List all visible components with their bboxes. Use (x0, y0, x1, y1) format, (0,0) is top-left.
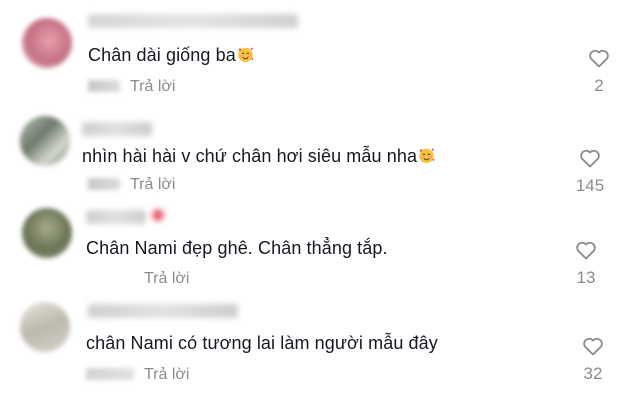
comment-text: Chân Nami đẹp ghê. Chân thẳng tắp. (86, 238, 388, 259)
like-count: 32 (583, 364, 603, 383)
timestamp-blurred (88, 80, 120, 92)
like-count: 2 (594, 76, 604, 95)
smiling-face-with-hearts-icon (238, 47, 254, 63)
comment-text-content: nhìn hài hài v chứ chân hơi siêu mẫu nha (82, 146, 418, 166)
username-badge-blurred (152, 209, 164, 221)
avatar[interactable] (20, 302, 70, 352)
timestamp-blurred (88, 178, 120, 190)
comment-text-content: Chân Nami đẹp ghê. Chân thẳng tắp. (86, 238, 388, 258)
heart-icon[interactable] (587, 46, 611, 70)
avatar[interactable] (20, 116, 70, 166)
reply-link[interactable]: Trả lời (130, 78, 175, 95)
like-control[interactable]: 2 (574, 46, 624, 96)
comment-text-content: Chân dài giống ba (88, 45, 236, 65)
comment-meta: Trả lời (86, 366, 189, 384)
comment-meta: Trả lời (88, 176, 175, 194)
username-blurred[interactable] (86, 210, 146, 224)
like-control[interactable]: 32 (568, 334, 618, 384)
reply-link[interactable]: Trả lời (144, 366, 189, 383)
username-blurred[interactable] (88, 304, 238, 318)
username-blurred[interactable] (82, 122, 152, 136)
comment-text: chân Nami có tương lai làm người mẫu đây (86, 333, 438, 354)
timestamp-blurred (86, 272, 134, 284)
heart-icon[interactable] (578, 146, 602, 170)
avatar[interactable] (22, 208, 72, 258)
username-blurred[interactable] (88, 14, 298, 28)
comment-text: Chân dài giống ba (88, 45, 254, 66)
heart-icon[interactable] (581, 334, 605, 358)
like-control[interactable]: 13 (561, 238, 611, 288)
smiling-face-with-hearts-icon (419, 148, 435, 164)
like-count: 145 (575, 176, 605, 195)
comment-meta: Trả lời (86, 270, 189, 288)
timestamp-blurred (86, 368, 134, 380)
comment-text-content: chân Nami có tương lai làm người mẫu đây (86, 333, 438, 353)
comment-meta: Trả lời (88, 78, 175, 96)
comment-text: nhìn hài hài v chứ chân hơi siêu mẫu nha (82, 146, 435, 167)
reply-link[interactable]: Trả lời (144, 270, 189, 287)
like-count: 13 (576, 268, 596, 287)
reply-link[interactable]: Trả lời (130, 176, 175, 193)
like-control[interactable]: 145 (565, 146, 615, 196)
heart-icon[interactable] (574, 238, 598, 262)
comment-list: Chân dài giống ba Trả lời 2 nhìn hài hài… (0, 0, 640, 400)
avatar[interactable] (22, 18, 72, 68)
